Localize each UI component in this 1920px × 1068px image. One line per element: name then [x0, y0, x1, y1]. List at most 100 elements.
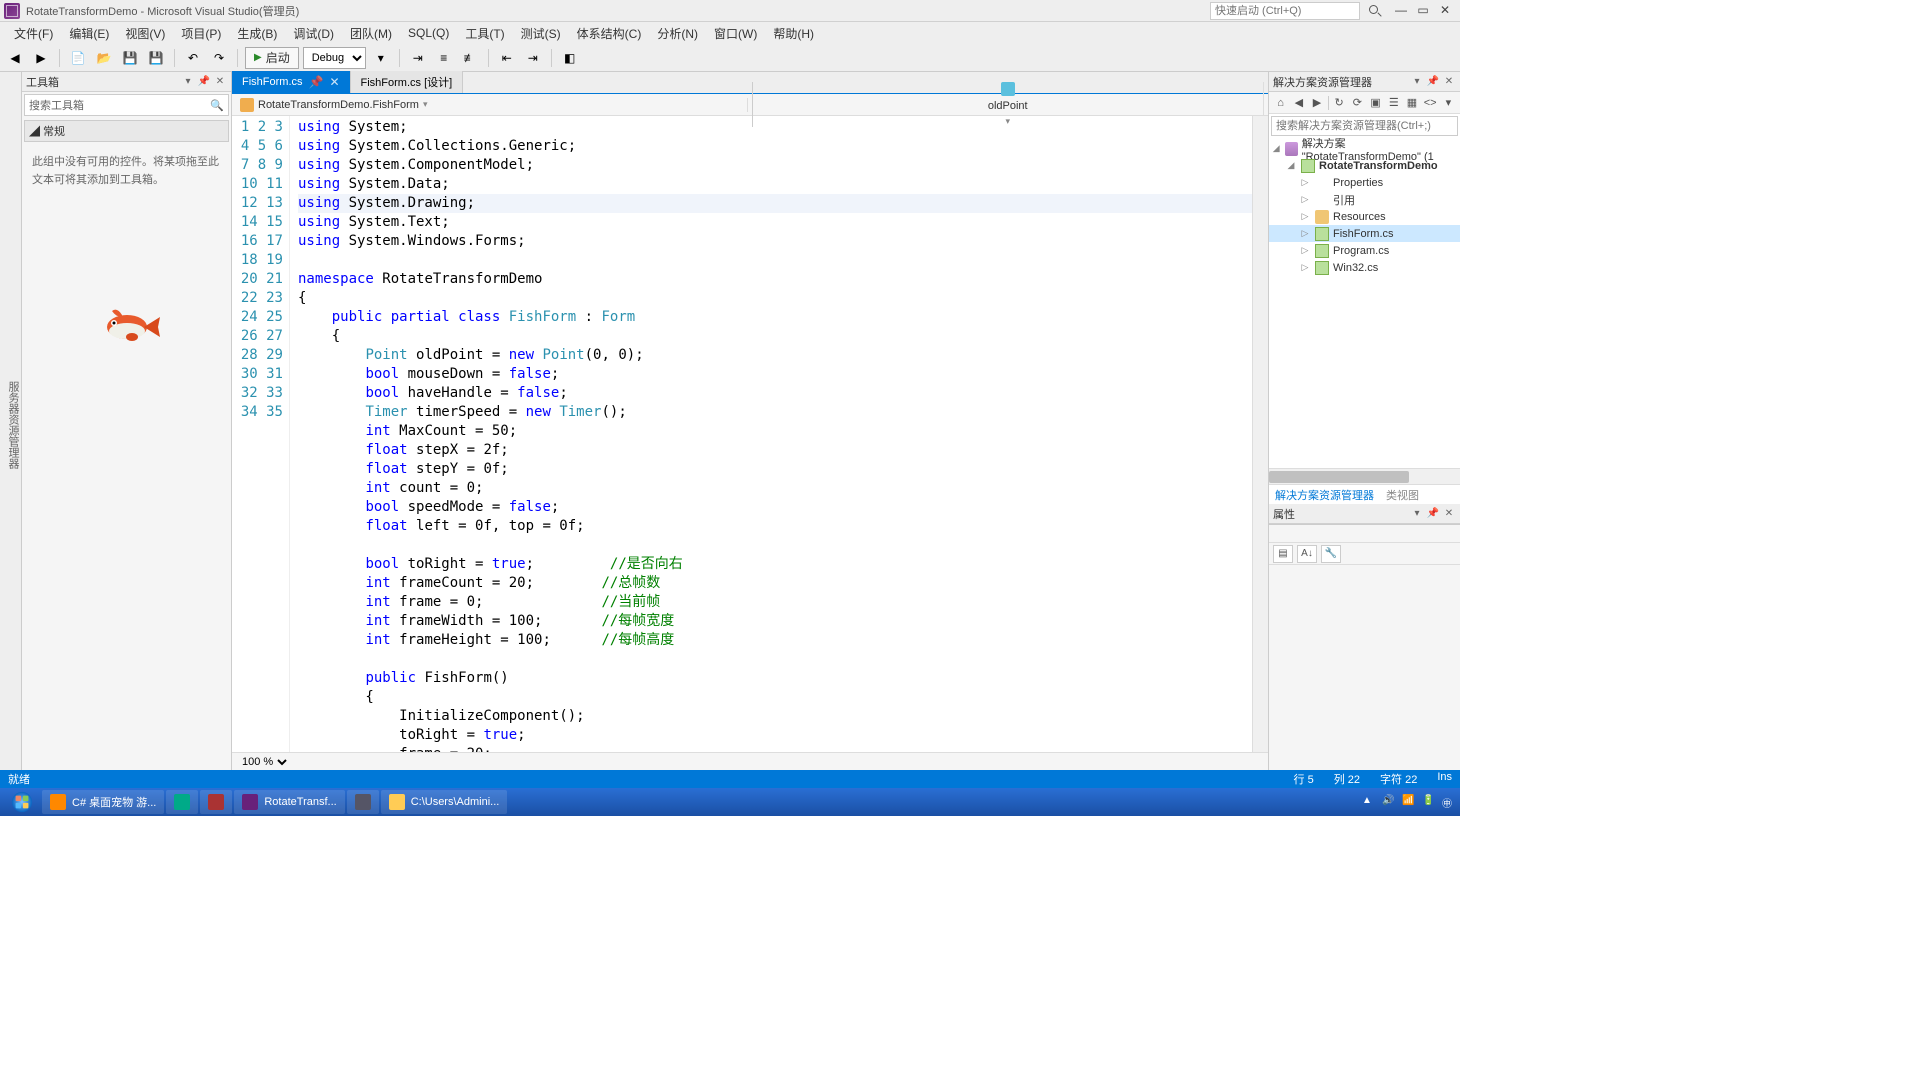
tray-icon[interactable]: ㊥ — [1442, 795, 1456, 809]
pin-icon[interactable]: 📌 — [1426, 75, 1440, 89]
menu-item[interactable]: 测试(S) — [513, 23, 569, 44]
back-icon[interactable]: ◀ — [1291, 95, 1306, 111]
undo-button[interactable]: ↶ — [182, 47, 204, 69]
menu-item[interactable]: 视图(V) — [117, 23, 173, 44]
tree-item[interactable]: ▷Program.cs — [1269, 242, 1460, 259]
search-icon[interactable] — [1368, 4, 1382, 18]
toolbar-extra-1[interactable]: ▾ — [370, 47, 392, 69]
close-button[interactable]: ✕ — [1435, 4, 1455, 18]
uncomment-button[interactable]: ≢ — [459, 47, 481, 69]
outdent-button[interactable]: ⇥ — [522, 47, 544, 69]
redo-button[interactable]: ↷ — [208, 47, 230, 69]
menu-item[interactable]: 生成(B) — [229, 23, 285, 44]
taskbar-item[interactable]: RotateTransf... — [234, 790, 344, 814]
more-icon[interactable]: ▾ — [1441, 95, 1456, 111]
editor-footer: 100 % — [232, 752, 1268, 770]
show-all-icon[interactable]: ▦ — [1404, 95, 1419, 111]
vertical-scrollbar[interactable] — [1252, 116, 1268, 752]
solution-explorer-tab[interactable]: 解决方案资源管理器 — [1269, 485, 1380, 504]
tray-icon[interactable]: ▲ — [1362, 795, 1376, 809]
close-icon[interactable]: ✕ — [1442, 75, 1456, 89]
toolbox-pin-icon[interactable]: 📌 — [197, 75, 211, 89]
toolbox-dropdown-icon[interactable]: ▾ — [181, 75, 195, 89]
properties-icon[interactable]: ☰ — [1386, 95, 1401, 111]
fwd-icon[interactable]: ▶ — [1309, 95, 1324, 111]
menu-item[interactable]: SQL(Q) — [400, 24, 457, 42]
taskbar-item[interactable]: C:\Users\Admini... — [381, 790, 508, 814]
step-button[interactable]: ⇥ — [407, 47, 429, 69]
code-editor[interactable]: 1 2 3 4 5 6 7 8 9 10 11 12 13 14 15 16 1… — [232, 116, 1268, 752]
tree-item[interactable]: ▷Resources — [1269, 208, 1460, 225]
dropdown-icon[interactable]: ▾ — [1410, 507, 1424, 521]
start-debug-button[interactable]: 启动 — [245, 47, 299, 69]
taskbar-item[interactable]: C# 桌面宠物 游... — [42, 790, 164, 814]
property-pages-icon[interactable]: 🔧 — [1321, 545, 1341, 563]
solution-tree[interactable]: ◢解决方案 "RotateTransformDemo" (1◢RotateTra… — [1269, 138, 1460, 468]
save-all-button[interactable]: 💾 — [145, 47, 167, 69]
menu-item[interactable]: 文件(F) — [6, 23, 61, 44]
code-content[interactable]: using System; using System.Collections.G… — [290, 116, 1252, 752]
menu-item[interactable]: 团队(M) — [342, 23, 400, 44]
properties-panel: ▤ A↓ 🔧 — [1269, 524, 1460, 770]
menu-item[interactable]: 分析(N) — [649, 23, 706, 44]
server-explorer-rail[interactable]: 服务器资源管理器 — [0, 72, 22, 770]
menu-item[interactable]: 调试(D) — [285, 23, 342, 44]
quick-launch-input[interactable] — [1210, 2, 1360, 20]
dropdown-icon[interactable]: ▾ — [1410, 75, 1424, 89]
refresh-icon[interactable]: ⟳ — [1350, 95, 1365, 111]
save-button[interactable]: 💾 — [119, 47, 141, 69]
menu-item[interactable]: 体系结构(C) — [569, 23, 650, 44]
new-project-button[interactable]: 📄 — [67, 47, 89, 69]
menu-item[interactable]: 项目(P) — [173, 23, 229, 44]
nav-fwd-button[interactable]: ▶ — [30, 47, 52, 69]
comment-button[interactable]: ≡ — [433, 47, 455, 69]
status-ready: 就绪 — [8, 771, 30, 787]
tree-item[interactable]: ▷Win32.cs — [1269, 259, 1460, 276]
close-icon[interactable]: ✕ — [1442, 507, 1456, 521]
horizontal-scrollbar[interactable] — [1269, 468, 1460, 484]
solution-search[interactable] — [1271, 116, 1458, 136]
home-icon[interactable]: ⌂ — [1273, 95, 1288, 111]
breadcrumb-class[interactable]: RotateTransformDemo.FishForm ▾ — [236, 98, 748, 112]
minimize-button[interactable]: — — [1391, 4, 1411, 18]
nav-back-button[interactable]: ◀ — [4, 47, 26, 69]
pin-icon[interactable]: 📌 — [1426, 507, 1440, 521]
sync-icon[interactable]: ↻ — [1332, 95, 1347, 111]
alphabetical-icon[interactable]: A↓ — [1297, 545, 1317, 563]
taskbar-item[interactable] — [166, 790, 198, 814]
indent-button[interactable]: ⇤ — [496, 47, 518, 69]
categorized-icon[interactable]: ▤ — [1273, 545, 1293, 563]
editor-tab[interactable]: FishForm.cs [设计] — [351, 71, 464, 93]
tray-icon[interactable]: 🔋 — [1422, 795, 1436, 809]
menu-item[interactable]: 帮助(H) — [765, 23, 822, 44]
open-button[interactable]: 📂 — [93, 47, 115, 69]
menu-item[interactable]: 工具(T) — [457, 23, 512, 44]
taskbar-item[interactable] — [200, 790, 232, 814]
class-view-tab[interactable]: 类视图 — [1380, 485, 1425, 504]
toolbox-general-section[interactable]: ◢ 常规 — [24, 120, 229, 142]
editor-tab[interactable]: FishForm.cs📌✕ — [232, 71, 351, 93]
start-button[interactable] — [4, 788, 40, 816]
toolbox-search[interactable]: 搜索工具箱 🔍 — [24, 94, 229, 116]
properties-header: 属性 ▾ 📌 ✕ — [1269, 504, 1460, 524]
taskbar-item[interactable] — [347, 790, 379, 814]
bookmark-button[interactable]: ◧ — [559, 47, 581, 69]
tray-icon[interactable]: 📶 — [1402, 795, 1416, 809]
tree-item[interactable]: ▷引用 — [1269, 191, 1460, 208]
config-dropdown[interactable]: Debug — [303, 47, 366, 69]
menu-item[interactable]: 窗口(W) — [706, 23, 765, 44]
tray-icon[interactable]: 🔊 — [1382, 795, 1396, 809]
vs-logo-icon — [4, 3, 20, 19]
menu-item[interactable]: 编辑(E) — [61, 23, 117, 44]
properties-toolbar: ▤ A↓ 🔧 — [1269, 543, 1460, 565]
tree-item[interactable]: ◢解决方案 "RotateTransformDemo" (1 — [1269, 140, 1460, 157]
zoom-dropdown[interactable]: 100 % — [238, 755, 290, 769]
view-code-icon[interactable]: <> — [1423, 95, 1438, 111]
toolbox-close-icon[interactable]: ✕ — [213, 75, 227, 89]
maximize-button[interactable]: ▭ — [1413, 4, 1433, 18]
tree-item[interactable]: ▷FishForm.cs — [1269, 225, 1460, 242]
system-tray[interactable]: ▲ 🔊 📶 🔋 ㊥ — [1362, 795, 1456, 809]
tree-item[interactable]: ◢RotateTransformDemo — [1269, 157, 1460, 174]
collapse-icon[interactable]: ▣ — [1368, 95, 1383, 111]
tree-item[interactable]: ▷Properties — [1269, 174, 1460, 191]
